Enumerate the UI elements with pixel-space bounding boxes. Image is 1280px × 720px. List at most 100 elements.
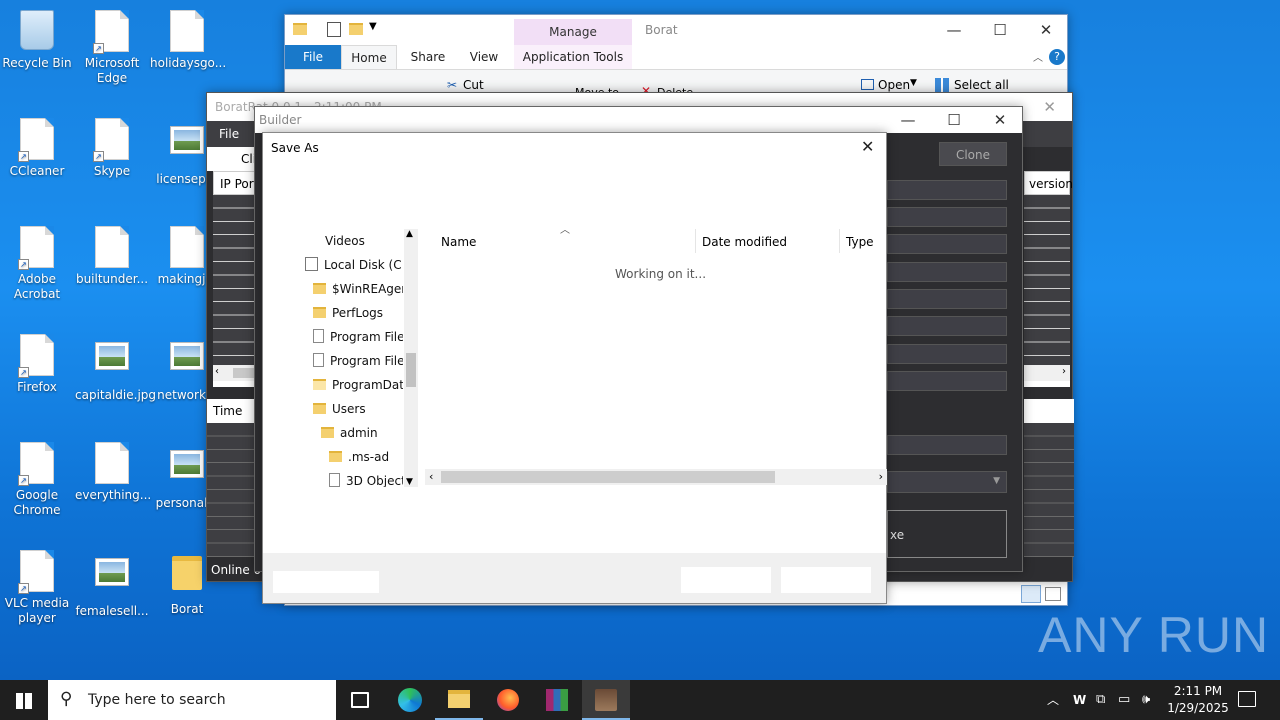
builder-field[interactable] — [887, 316, 1007, 336]
close-button[interactable]: ✕ — [1043, 93, 1056, 121]
navigation-pane: Videos Local Disk (C:) $WinREAgent PerfLogs… — [299, 229, 403, 487]
scroll-up-icon[interactable]: ▲ — [406, 229, 413, 239]
desktop-icon-builtunder[interactable]: builtunder... — [75, 226, 149, 287]
tree-item[interactable]: 3D Objects — [299, 469, 403, 487]
tree-item-label: Program Files — [330, 354, 403, 368]
taskbar-file-explorer[interactable] — [435, 680, 483, 720]
desktop-icon-google-chrome[interactable]: ↗ Google Chrome — [0, 442, 74, 518]
scroll-right-icon[interactable]: › — [879, 470, 883, 483]
help-icon[interactable]: ? — [1049, 49, 1065, 65]
scroll-thumb[interactable] — [406, 353, 416, 387]
build-button[interactable]: xe — [887, 510, 1007, 558]
desktop-icon-everything[interactable]: everything... — [75, 442, 151, 503]
save-button[interactable] — [681, 567, 771, 593]
tree-scrollbar[interactable]: ▲ ▼ — [404, 229, 418, 487]
tree-item[interactable]: PerfLogs — [299, 301, 383, 325]
tab-file[interactable]: File — [285, 45, 341, 69]
file-icon — [95, 226, 129, 268]
notifications-icon[interactable] — [1238, 691, 1256, 707]
desktop-icon-adobe-acrobat[interactable]: ↗ Adobe Acrobat — [0, 226, 74, 302]
tab-view[interactable]: View — [457, 45, 511, 69]
scroll-right-icon[interactable]: › — [1062, 366, 1066, 377]
cut-button[interactable]: Cut — [463, 78, 484, 92]
desktop-icon-skype[interactable]: ↗ Skype — [75, 118, 149, 179]
close-button[interactable]: ✕ — [861, 137, 874, 156]
hide-folders-button[interactable] — [273, 571, 379, 593]
builder-field[interactable] — [887, 234, 1007, 254]
tab-share[interactable]: Share — [401, 45, 455, 69]
desktop-icon-capitaldie[interactable]: capitaldie.jpg — [75, 334, 156, 403]
chevron-up-icon[interactable]: ︿ — [1033, 49, 1043, 64]
show-hidden-icons-icon[interactable]: ︿ — [1047, 680, 1059, 720]
tree-item[interactable]: ProgramData — [299, 373, 403, 397]
tree-item[interactable]: Videos — [299, 229, 365, 253]
search-box[interactable]: ⚲ Type here to search — [48, 680, 336, 720]
cancel-button[interactable] — [781, 567, 871, 593]
tree-item[interactable]: admin — [299, 421, 378, 445]
builder-field[interactable] — [887, 180, 1007, 200]
clone-button[interactable]: Clone — [939, 142, 1007, 166]
select-all-button[interactable]: Select all — [954, 78, 1009, 92]
scroll-left-icon[interactable]: ‹ — [429, 470, 433, 483]
builder-dropdown[interactable]: ▼ — [887, 471, 1007, 493]
scroll-left-icon[interactable]: ‹ — [215, 366, 219, 377]
builder-field[interactable] — [887, 207, 1007, 227]
builder-field[interactable] — [887, 435, 1007, 455]
close-button[interactable]: ✕ — [977, 107, 1023, 133]
horizontal-scrollbar[interactable]: ‹ › — [425, 469, 887, 485]
tree-item[interactable]: Program Files — [299, 349, 403, 373]
tree-item[interactable]: .ms-ad — [299, 445, 389, 469]
tab-manage[interactable]: Manage — [514, 19, 632, 45]
column-date-modified[interactable]: Date modified — [702, 235, 787, 249]
tab-application-tools[interactable]: Application Tools — [514, 45, 632, 69]
tree-item[interactable]: Program Files — [299, 325, 403, 349]
properties-icon[interactable] — [327, 22, 341, 37]
builder-field[interactable] — [887, 289, 1007, 309]
builder-field[interactable] — [887, 371, 1007, 391]
network-adapter-icon[interactable]: ⧉ — [1096, 680, 1105, 720]
taskbar-edge[interactable] — [386, 680, 434, 720]
taskbar-boratrat[interactable] — [582, 680, 630, 720]
column-type[interactable]: Type — [846, 235, 874, 249]
start-button[interactable] — [0, 680, 48, 720]
menu-file[interactable]: File — [219, 127, 239, 141]
taskbar-firefox[interactable] — [484, 680, 532, 720]
tree-item[interactable]: Local Disk (C:) — [299, 253, 403, 277]
column-version[interactable]: version — [1024, 171, 1073, 195]
details-view-icon[interactable] — [1021, 585, 1041, 603]
folder-icon — [313, 307, 326, 318]
desktop-icon-femalesell[interactable]: femalesell... — [75, 550, 149, 619]
horizontal-scrollbar[interactable]: › — [1024, 365, 1070, 381]
desktop-icon-firefox[interactable]: ↗ Firefox — [0, 334, 74, 395]
close-button[interactable]: ✕ — [1023, 15, 1069, 45]
scroll-thumb[interactable] — [441, 471, 775, 483]
volume-icon[interactable]: 🕪 — [1142, 680, 1150, 720]
desktop-icon-holidaysgo[interactable]: holidaysgo... — [150, 10, 226, 71]
builder-field[interactable] — [887, 262, 1007, 282]
clock[interactable]: 2:11 PM 1/29/2025 — [1162, 683, 1234, 717]
open-button[interactable]: Open — [878, 78, 910, 92]
chevron-down-icon[interactable]: ▼ — [910, 78, 917, 88]
tree-item[interactable]: $WinREAgent — [299, 277, 403, 301]
maximize-button[interactable]: ☐ — [977, 15, 1023, 45]
folder-icon — [321, 427, 334, 438]
new-folder-icon[interactable] — [349, 23, 363, 35]
builder-field[interactable] — [887, 344, 1007, 364]
maximize-button[interactable]: ☐ — [931, 107, 977, 133]
task-view-button[interactable] — [336, 680, 384, 720]
minimize-button[interactable]: — — [885, 107, 931, 133]
winrar-tray-icon[interactable]: W — [1073, 680, 1086, 720]
column-name[interactable]: Name — [441, 235, 476, 249]
tab-home[interactable]: Home — [341, 45, 397, 69]
desktop-icon-microsoft-edge[interactable]: ↗ Microsoft Edge — [75, 10, 149, 86]
large-icons-view-icon[interactable] — [1045, 587, 1061, 601]
scroll-down-icon[interactable]: ▼ — [406, 477, 413, 487]
minimize-button[interactable]: — — [931, 15, 977, 45]
network-icon[interactable]: ▭ — [1118, 680, 1130, 720]
desktop-icon-vlc[interactable]: ↗ VLC media player — [0, 550, 74, 626]
desktop-icon-ccleaner[interactable]: ↗ CCleaner — [0, 118, 74, 179]
desktop-icon-recycle-bin[interactable]: Recycle Bin — [0, 10, 74, 71]
chevron-down-icon[interactable]: ▼ — [369, 21, 377, 32]
taskbar-winrar[interactable] — [533, 680, 581, 720]
tree-item[interactable]: Users — [299, 397, 366, 421]
